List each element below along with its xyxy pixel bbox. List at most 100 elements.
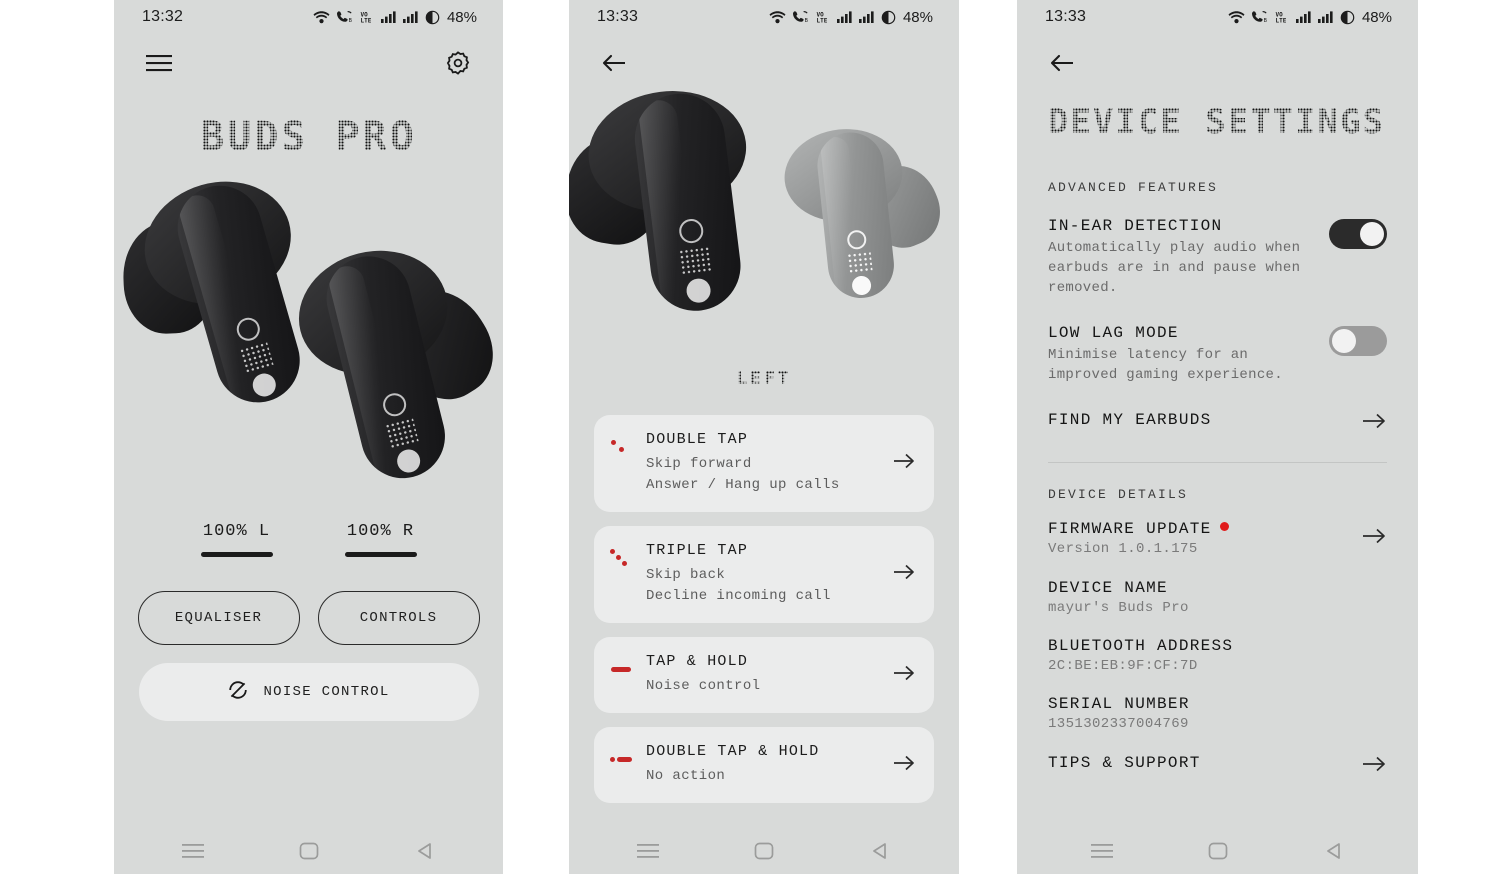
battery-circle-icon (1340, 10, 1355, 25)
earbud-right-unselected-image[interactable] (774, 121, 951, 316)
recents-icon[interactable] (633, 836, 663, 866)
back-nav-icon[interactable] (1319, 836, 1349, 866)
row-title: IN-EAR DETECTION (1048, 217, 1223, 235)
battery-right-label: 100% R (346, 522, 415, 541)
screenshot-stage: 13:32 B VO LTE 48% BUDS PRO 100% L 100% … (0, 0, 1500, 874)
row-title: SERIAL NUMBER (1048, 695, 1190, 713)
toggle-knob (1332, 329, 1356, 353)
selected-earbud-label-wrap: LEFT (569, 368, 959, 389)
chevron-right-icon[interactable] (892, 753, 916, 778)
triple-tap-icon (610, 548, 636, 570)
row-value: 2C:BE:EB:9F:CF:7D (1048, 658, 1198, 674)
app-bar-home (114, 34, 503, 92)
volte-icon: VO LTE (1275, 10, 1290, 24)
status-bar: 13:33 B VO LTE 48% (569, 0, 959, 34)
chevron-right-icon[interactable] (1361, 411, 1387, 436)
app-bar-controls (569, 34, 959, 92)
row-firmware-update[interactable]: FIRMWARE UPDATE Version 1.0.1.175 (1017, 520, 1418, 557)
gesture-double-tap-hold[interactable]: DOUBLE TAP & HOLD No action (594, 727, 934, 803)
phone-screen-controls: 13:33 B VO LTE 48% LEFT DOUBLE TAP Skip … (569, 0, 959, 874)
row-text: FIND MY EARBUDS (1048, 411, 1361, 436)
earbud-right-image (266, 229, 503, 508)
chevron-right-icon[interactable] (892, 663, 916, 688)
row-description: Automatically play audio when earbuds ar… (1048, 240, 1301, 296)
status-icons: B VO LTE 48% (769, 9, 933, 26)
gesture-tap-hold[interactable]: TAP & HOLD Noise control (594, 637, 934, 713)
tap-hold-icon (610, 659, 636, 681)
row-description: Minimise latency for an improved gaming … (1048, 347, 1283, 383)
row-serial-number: SERIAL NUMBER 1351302337004769 (1017, 695, 1418, 732)
row-text: BLUETOOTH ADDRESS 2C:BE:EB:9F:CF:7D (1048, 637, 1387, 674)
volte-icon: VO LTE (816, 10, 831, 24)
battery-percent: 48% (1361, 8, 1392, 26)
chevron-right-icon[interactable] (892, 562, 916, 587)
gesture-line-1: No action (646, 768, 726, 784)
settings-title-wrap: DEVICE SETTINGS (1017, 102, 1418, 142)
section-device-details: DEVICE DETAILS (1048, 487, 1189, 502)
recents-icon[interactable] (178, 836, 208, 866)
status-bar: 13:32 B VO LTE 48% (114, 0, 503, 34)
in-ear-detection-toggle[interactable] (1329, 219, 1387, 249)
row-find-my-earbuds[interactable]: FIND MY EARBUDS (1017, 411, 1418, 436)
row-value: mayur's Buds Pro (1048, 600, 1189, 616)
row-in-ear-detection[interactable]: IN-EAR DETECTION Automatically play audi… (1017, 217, 1418, 298)
double-tap-icon (610, 437, 636, 459)
gesture-line-2: Decline incoming call (646, 588, 831, 604)
row-bluetooth-address: BLUETOOTH ADDRESS 2C:BE:EB:9F:CF:7D (1017, 637, 1418, 674)
low-lag-mode-toggle[interactable] (1329, 326, 1387, 356)
back-arrow-icon[interactable] (597, 46, 631, 80)
gesture-double-tap[interactable]: DOUBLE TAP Skip forward Answer / Hang up… (594, 415, 934, 512)
row-title-label: FIRMWARE UPDATE (1048, 520, 1212, 538)
signal-bars-icon (858, 10, 875, 24)
svg-text:LTE: LTE (816, 18, 827, 24)
gesture-line-1: Skip back (646, 567, 726, 583)
recents-icon[interactable] (1087, 836, 1117, 866)
back-arrow-icon[interactable] (1045, 46, 1079, 80)
noise-control-button[interactable]: NOISE CONTROL (138, 663, 479, 721)
battery-circle-icon (881, 10, 896, 25)
row-low-lag-mode[interactable]: LOW LAG MODE Minimise latency for an imp… (1017, 324, 1418, 385)
battery-right: 100% R (344, 522, 417, 557)
controls-button[interactable]: CONTROLS (317, 591, 480, 645)
gesture-body: TRIPLE TAP Skip back Decline incoming ca… (646, 542, 878, 607)
svg-text:LTE: LTE (360, 18, 371, 24)
home-icon[interactable] (749, 836, 779, 866)
phone-screen-device-settings: 13:33 B VO LTE 48% DEVICE SETTINGS ADVANC… (1017, 0, 1418, 874)
page-title-wrap: BUDS PRO (114, 114, 503, 160)
earbud-left-selected-image[interactable] (569, 79, 791, 330)
chevron-right-icon[interactable] (1361, 754, 1387, 779)
battery-percent: 48% (902, 8, 933, 26)
back-nav-icon[interactable] (865, 836, 895, 866)
section-divider (1048, 462, 1387, 463)
selected-earbud-label: LEFT (736, 368, 792, 389)
noise-control-label: NOISE CONTROL (263, 684, 390, 700)
gesture-line-2: Answer / Hang up calls (646, 477, 840, 493)
row-title: BLUETOOTH ADDRESS (1048, 637, 1234, 655)
gesture-triple-tap[interactable]: TRIPLE TAP Skip back Decline incoming ca… (594, 526, 934, 623)
chevron-right-icon[interactable] (892, 451, 916, 476)
row-tips-and-support[interactable]: TIPS & SUPPORT (1017, 754, 1418, 779)
signal-bars-icon (1295, 10, 1312, 24)
svg-text:B: B (805, 18, 808, 24)
svg-text:B: B (1264, 18, 1267, 24)
earbuds-selector-illustration (569, 82, 959, 346)
chevron-right-icon[interactable] (1361, 526, 1387, 551)
wifi-icon (1228, 10, 1245, 24)
gear-icon[interactable] (441, 46, 475, 80)
row-value: Version 1.0.1.175 (1048, 541, 1198, 557)
home-icon[interactable] (294, 836, 324, 866)
equaliser-button[interactable]: EQUALISER (137, 591, 300, 645)
gesture-title: TAP & HOLD (646, 653, 749, 670)
vowifi-call-icon: B (792, 10, 810, 24)
page-title: DEVICE SETTINGS (1048, 102, 1386, 142)
row-device-name: DEVICE NAME mayur's Buds Pro (1017, 579, 1418, 616)
svg-text:LTE: LTE (1275, 18, 1286, 24)
phone-screen-home: 13:32 B VO LTE 48% BUDS PRO 100% L 100% … (114, 0, 503, 874)
hamburger-menu-icon[interactable] (142, 46, 176, 80)
back-nav-icon[interactable] (410, 836, 440, 866)
row-text: IN-EAR DETECTION Automatically play audi… (1048, 217, 1329, 298)
gesture-title: TRIPLE TAP (646, 542, 749, 559)
toggle-knob (1360, 222, 1384, 246)
home-icon[interactable] (1203, 836, 1233, 866)
double-tap-hold-icon (610, 749, 636, 771)
